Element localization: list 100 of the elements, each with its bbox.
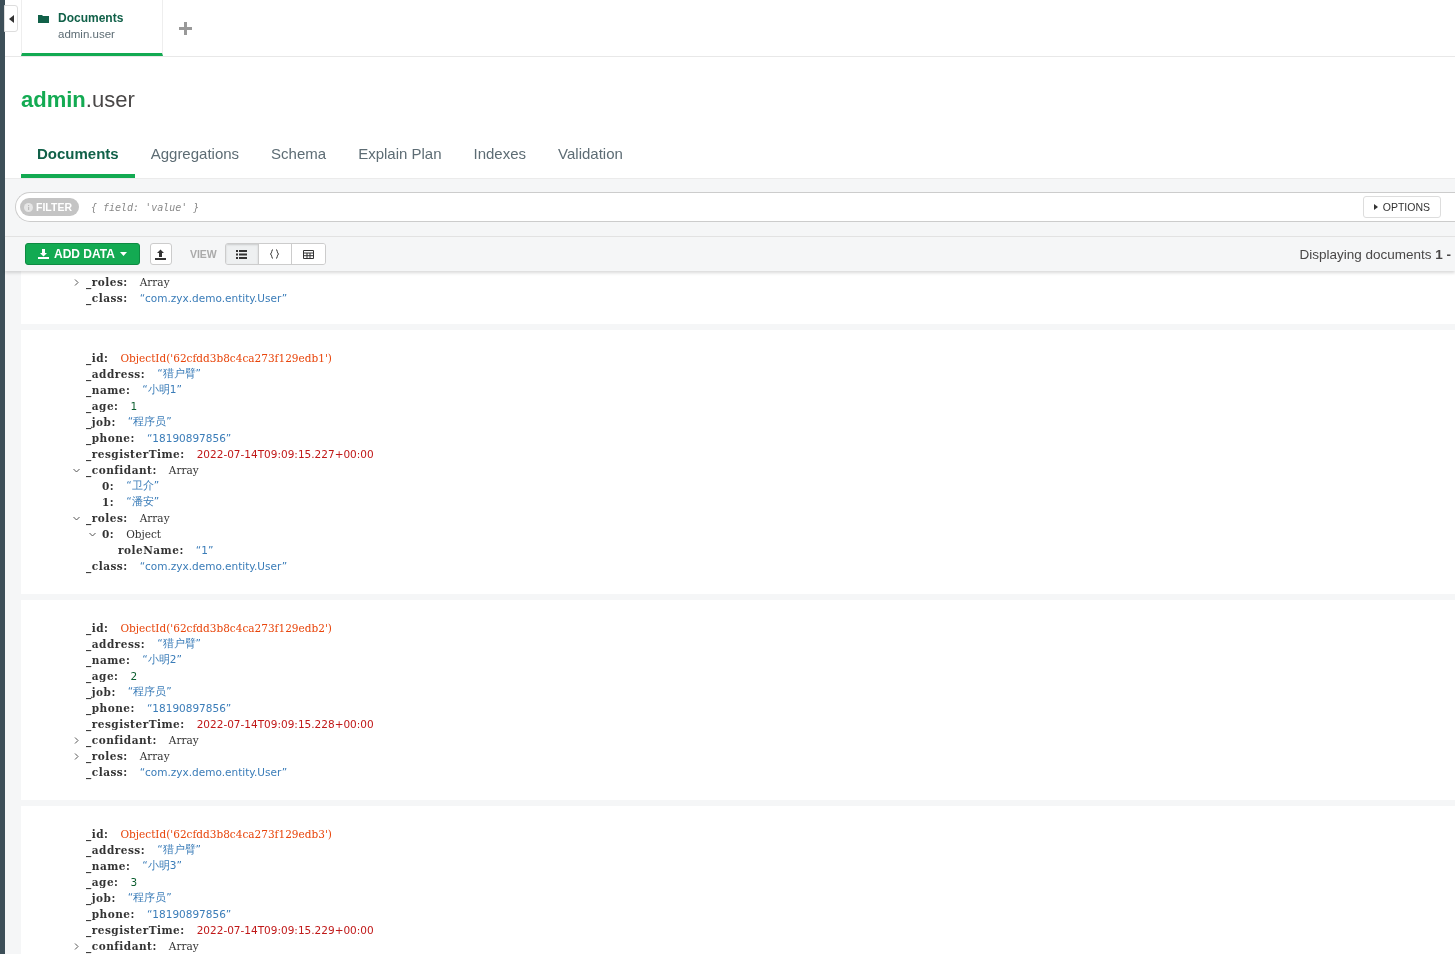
field-value: Array (139, 276, 170, 288)
field-value: 2022-07-14T09:09:15.229+00:00 (196, 924, 374, 936)
field-key: _roles: (86, 276, 128, 288)
chevron-down-icon[interactable] (89, 530, 96, 538)
field-value: Array (168, 940, 199, 952)
field-key: _class: (86, 292, 128, 304)
field-value: 2 (130, 670, 138, 682)
field-value: “猎户臂” (157, 637, 202, 651)
tab[interactable]: Validation (542, 137, 639, 178)
caret-right-icon (1373, 204, 1378, 210)
tab-subtitle: admin.user (58, 28, 116, 40)
chevron-right-icon[interactable] (73, 752, 80, 760)
collapse-sidebar-button[interactable] (4, 5, 18, 32)
field-value: “1” (195, 544, 214, 556)
folder-icon (38, 13, 49, 23)
field-key: _id: (86, 828, 109, 840)
chevron-right-icon[interactable] (73, 278, 80, 286)
field-key: _job: (86, 416, 116, 428)
tab[interactable]: Aggregations (134, 137, 256, 178)
field-value: “18190897856” (146, 908, 232, 920)
field-key: _roles: (86, 750, 128, 762)
database-name: admin (21, 87, 86, 112)
field-value: Object (126, 528, 162, 540)
options-button[interactable]: OPTIONS (1362, 196, 1441, 218)
field-value: “程序员” (127, 685, 172, 699)
field-key: _id: (86, 352, 109, 364)
field-key: _confidant: (86, 940, 157, 952)
field-value: “18190897856” (146, 702, 232, 714)
field-value: ObjectId('62cfdd3b8c4ca273f129edb2') (120, 622, 332, 634)
field-key: 0: (102, 480, 115, 492)
field-key: _resgisterTime: (86, 448, 185, 460)
field-value: “猎户臂” (157, 367, 202, 381)
tab[interactable]: Schema (255, 137, 343, 178)
field-key: 0: (102, 528, 115, 540)
list-icon (236, 249, 248, 259)
workspace-tab[interactable]: Documents admin.user (21, 0, 163, 56)
field-value: “潘安” (126, 495, 160, 509)
list-view-button[interactable] (225, 244, 259, 264)
field-value: “程序员” (127, 891, 172, 905)
field-value: 3 (130, 876, 138, 888)
field-key: _resgisterTime: (86, 924, 185, 936)
field-key: _id: (86, 622, 109, 634)
field-value: “小明1” (142, 383, 182, 397)
table-view-button[interactable] (291, 244, 325, 264)
field-value: “com.zyx.demo.entity.User” (139, 766, 288, 778)
field-key: _name: (86, 860, 131, 872)
field-key: _phone: (86, 432, 135, 444)
field-value: “18190897856” (146, 432, 232, 444)
field-key: _class: (86, 766, 128, 778)
field-key: _roles: (86, 512, 128, 524)
tab[interactable]: Explain Plan (342, 137, 458, 178)
field-value: “小明3” (142, 859, 182, 873)
field-value: “程序员” (127, 415, 172, 429)
field-key: _address: (86, 638, 146, 650)
field-value: “com.zyx.demo.entity.User” (139, 560, 288, 572)
download-icon (38, 249, 49, 259)
field-value: “猎户臂” (157, 843, 202, 857)
field-key: _job: (86, 686, 116, 698)
field-value: 2022-07-14T09:09:15.228+00:00 (196, 718, 374, 730)
field-key: _confidant: (86, 464, 157, 476)
chevron-right-icon[interactable] (73, 736, 80, 744)
field-key: 1: (102, 496, 115, 508)
collection-name: .user (85, 87, 135, 112)
caret-left-icon (8, 14, 14, 23)
add-data-button[interactable]: ADD DATA (25, 243, 140, 265)
chevron-right-icon[interactable] (73, 942, 80, 950)
filter-field[interactable]: FILTER { field: 'value' } OPTIONS (15, 192, 1455, 222)
tab-title: Documents (58, 11, 124, 25)
chevron-down-icon[interactable] (73, 514, 80, 522)
chevron-down-icon[interactable] (73, 466, 80, 474)
field-value: 1 (130, 400, 138, 412)
field-key: _class: (86, 560, 128, 572)
info-icon (24, 202, 33, 212)
field-key: _phone: (86, 908, 135, 920)
caret-down-icon (119, 252, 127, 256)
table-icon (302, 249, 314, 259)
document-count-text: Displaying documents 1 - (1299, 246, 1452, 262)
field-key: _age: (86, 670, 119, 682)
field-value: Array (168, 464, 199, 476)
field-key: _age: (86, 876, 119, 888)
braces-icon (270, 249, 280, 259)
field-value: ObjectId('62cfdd3b8c4ca273f129edb3') (120, 828, 332, 840)
tab[interactable]: Indexes (457, 137, 543, 178)
field-key: _phone: (86, 702, 135, 714)
field-key: _address: (86, 368, 146, 380)
field-value: “小明2” (142, 653, 182, 667)
field-value: Array (139, 750, 170, 762)
field-value: Array (168, 734, 199, 746)
export-button[interactable] (149, 243, 172, 265)
field-value: “com.zyx.demo.entity.User” (139, 292, 288, 304)
field-key: _confidant: (86, 734, 157, 746)
view-label: VIEW (189, 248, 217, 260)
field-key: _age: (86, 400, 119, 412)
json-view-button[interactable] (258, 244, 292, 264)
filter-label: FILTER (20, 198, 79, 216)
add-tab-button[interactable] (179, 21, 192, 35)
field-value: “卫介” (126, 479, 160, 493)
upload-icon (155, 248, 167, 260)
field-value: 2022-07-14T09:09:15.227+00:00 (196, 448, 374, 460)
field-value: Array (139, 512, 170, 524)
